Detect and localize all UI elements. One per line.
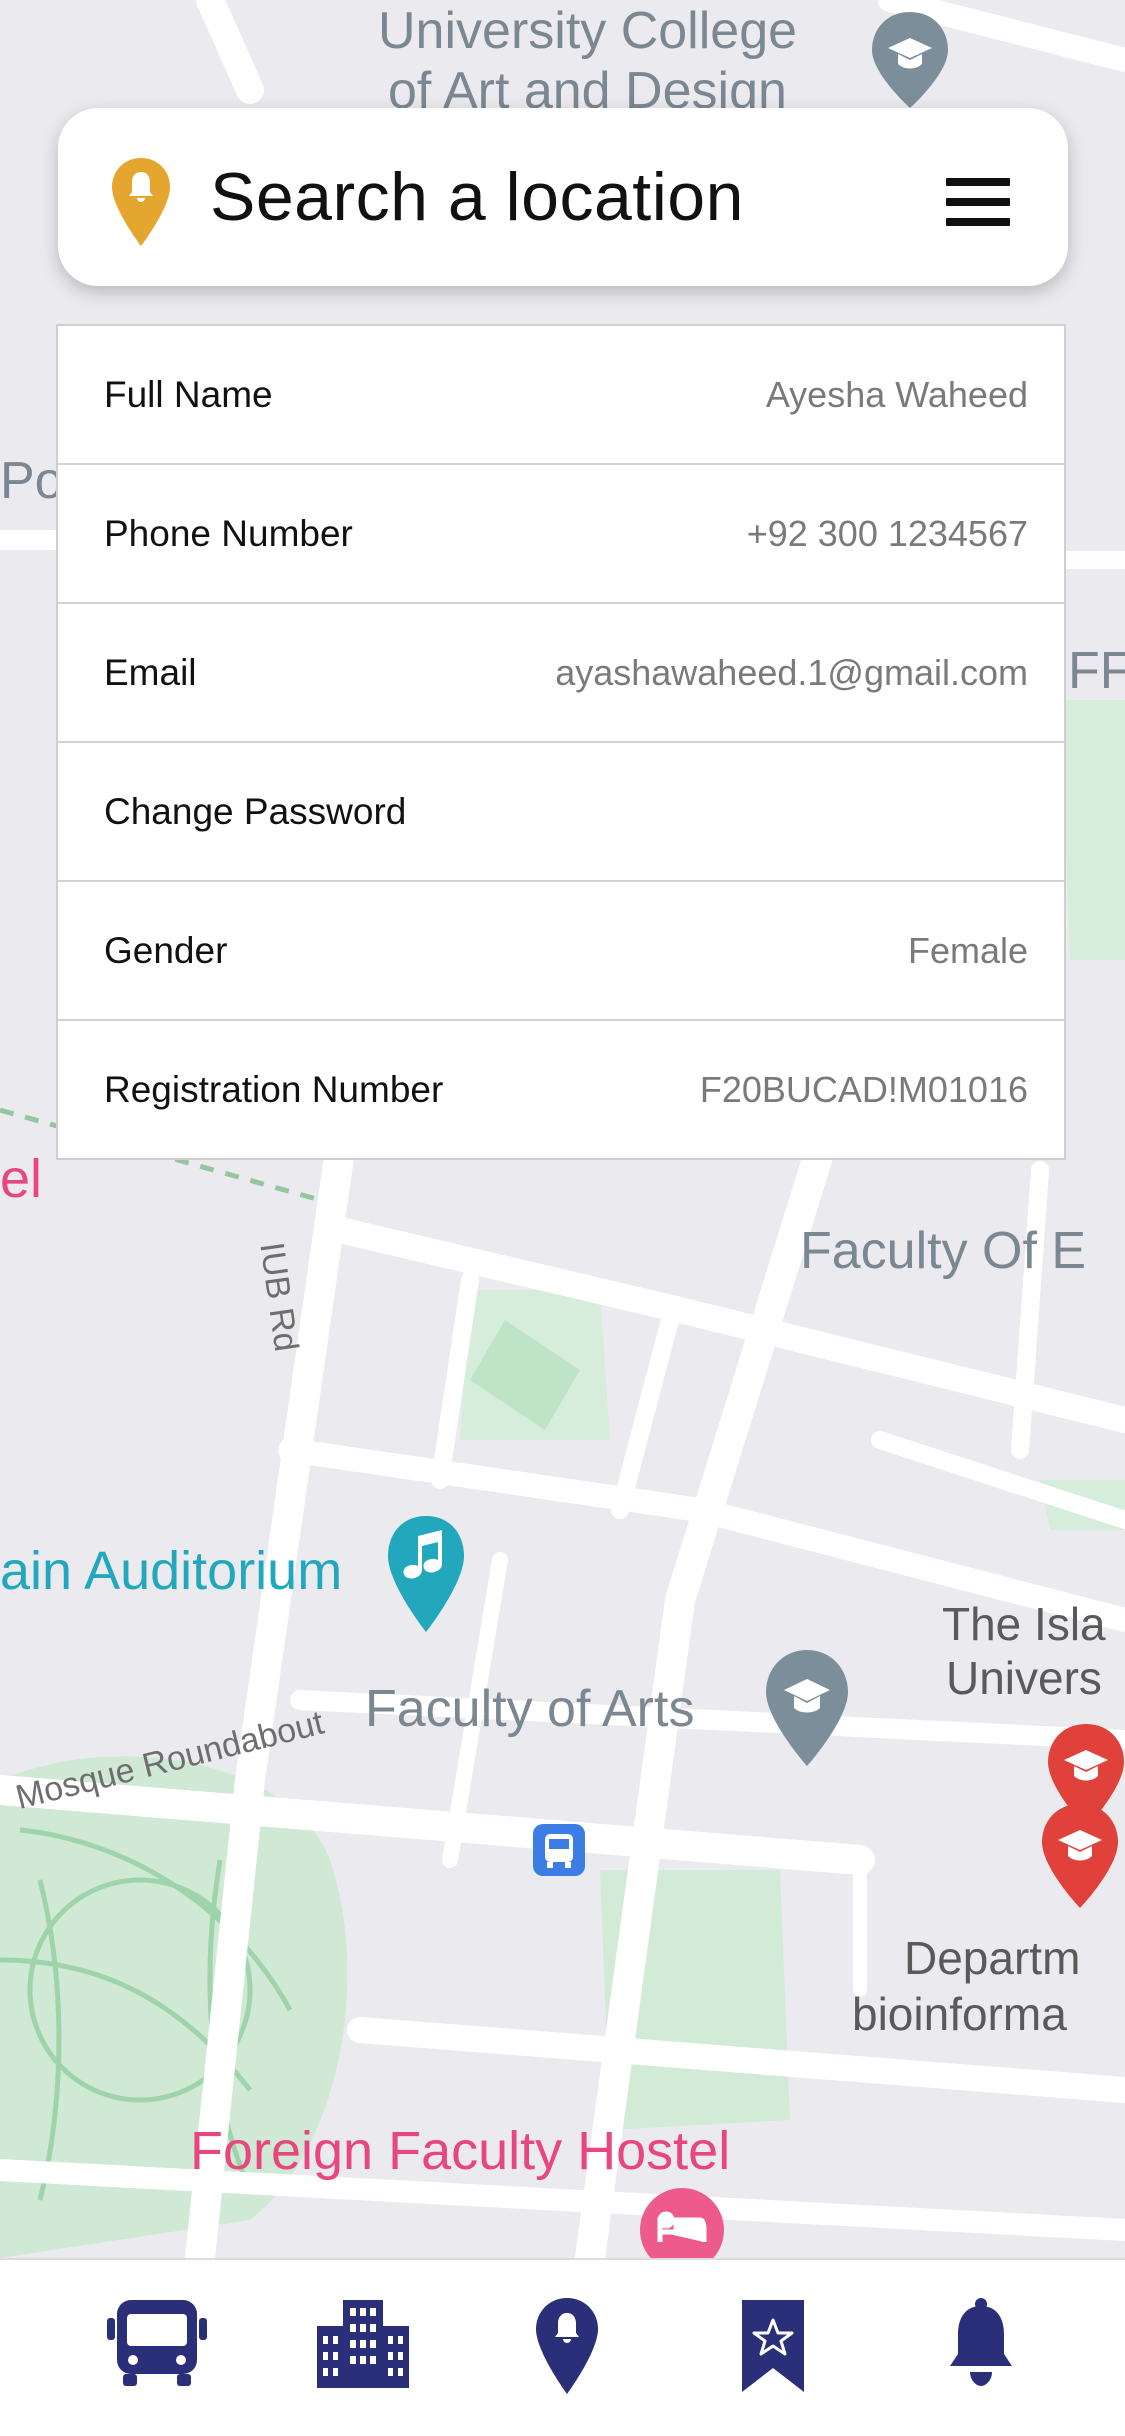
row-label: Registration Number xyxy=(104,1069,444,1110)
profile-row-email[interactable]: Email ayashawaheed.1@gmail.com xyxy=(58,604,1064,743)
row-value: ayashawaheed.1@gmail.com xyxy=(555,652,1028,693)
row-value: +92 300 1234567 xyxy=(746,513,1028,554)
row-label: Full Name xyxy=(104,374,273,415)
map-label-university-college: University College xyxy=(378,2,798,60)
map-label-faculty-of-e: Faculty Of E xyxy=(800,1222,1087,1280)
row-value: Ayesha Waheed xyxy=(765,374,1028,415)
map-label-el: el xyxy=(0,1149,43,1209)
profile-row-change-password[interactable]: Change Password xyxy=(58,743,1064,882)
bookmark-star-icon xyxy=(742,2300,804,2392)
row-value: F20BUCAD!M01016 xyxy=(699,1069,1028,1110)
building-icon xyxy=(317,2300,409,2388)
map-label-faculty-of-arts: Faculty of Arts xyxy=(365,1680,695,1738)
row-label: Email xyxy=(104,652,197,693)
map-label-foreign-faculty-hostel: Foreign Faculty Hostel xyxy=(190,2121,731,2181)
nav-bookmark-button[interactable] xyxy=(718,2296,828,2406)
nav-notifications-button[interactable] xyxy=(926,2296,1036,2406)
map-label-departm: Departm xyxy=(904,1932,1081,1984)
map-label-po: Po xyxy=(0,452,64,510)
row-value: Female xyxy=(907,930,1028,971)
row-label: Phone Number xyxy=(104,513,353,554)
profile-row-gender[interactable]: Gender Female xyxy=(58,882,1064,1021)
profile-row-phone-number[interactable]: Phone Number +92 300 1234567 xyxy=(58,465,1064,604)
nav-buildings-button[interactable] xyxy=(308,2296,418,2406)
profile-row-registration-number[interactable]: Registration Number F20BUCAD!M01016 xyxy=(58,1021,1064,1158)
map-label-off: FF xyxy=(1068,642,1125,700)
map-label-bioinforma: bioinforma xyxy=(852,1988,1067,2040)
map-label-univers: Univers xyxy=(946,1652,1102,1704)
row-label: Gender xyxy=(104,930,228,971)
nav-location-button[interactable] xyxy=(512,2296,622,2406)
search-bar[interactable]: Search a location xyxy=(58,108,1068,286)
row-label: Change Password xyxy=(104,791,407,832)
location-pin-icon xyxy=(110,156,172,248)
profile-panel: Full Name Ayesha Waheed Phone Number +92… xyxy=(56,324,1066,1160)
nav-bus-button[interactable] xyxy=(102,2296,212,2406)
bottom-nav xyxy=(0,2258,1125,2436)
search-input[interactable]: Search a location xyxy=(210,108,744,286)
location-pin-icon xyxy=(536,2298,598,2394)
map-label-the-isla: The Isla xyxy=(942,1598,1106,1650)
hamburger-menu-icon[interactable] xyxy=(946,178,1010,226)
bus-icon xyxy=(107,2300,207,2386)
bell-icon xyxy=(950,2298,1012,2386)
profile-row-full-name[interactable]: Full Name Ayesha Waheed xyxy=(58,326,1064,465)
map-label-main-auditorium: ain Auditorium xyxy=(0,1541,343,1601)
